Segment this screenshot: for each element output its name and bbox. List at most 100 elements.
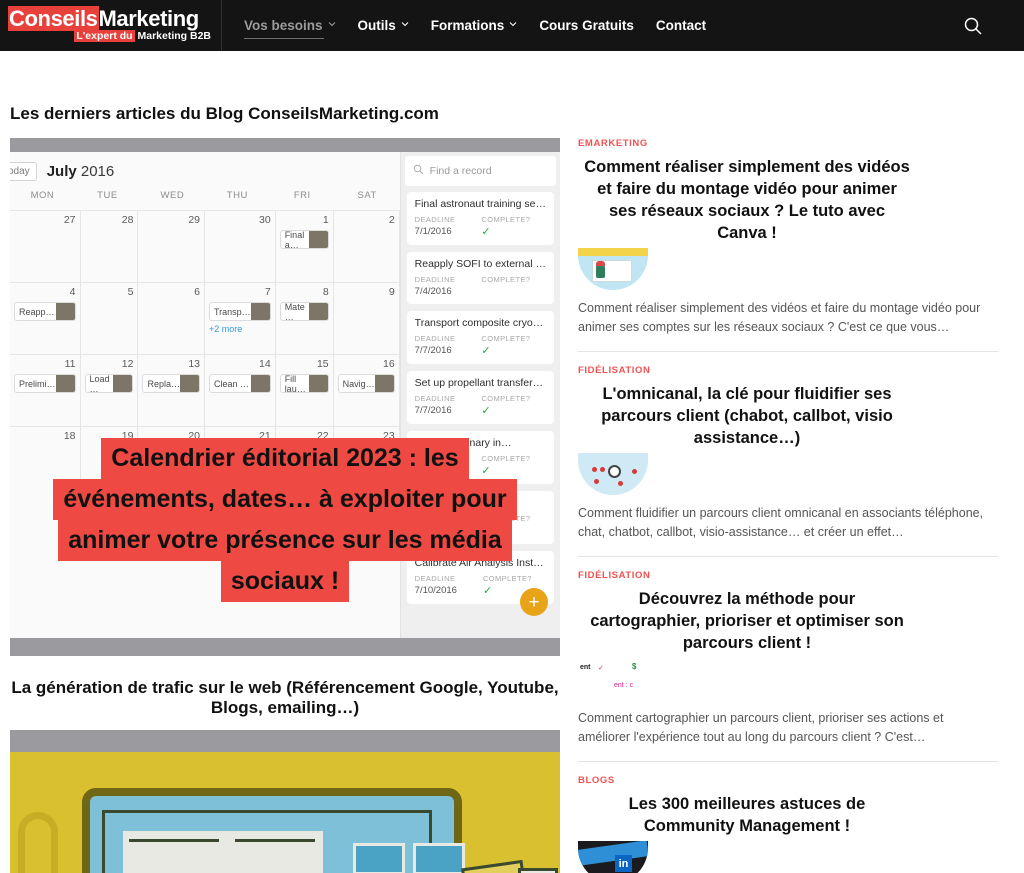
article-title[interactable]: L'omnicanal, la clé pour fluidifier ses … — [578, 383, 998, 449]
calendar-event-thumbnail — [55, 303, 75, 320]
calendar-event-chip[interactable]: Transp… — [209, 302, 271, 321]
article-category[interactable]: FIDÉLISATION — [578, 365, 998, 376]
calendar-event-thumbnail — [308, 231, 328, 248]
calendar-event-chip[interactable]: Fill lau… — [279, 374, 329, 393]
calendar-event-chip[interactable]: Prelimi… — [14, 374, 76, 393]
calendar-dow: FRI — [293, 190, 311, 201]
second-feature-title: La génération de trafic sur le web (Réfé… — [11, 678, 559, 717]
calendar-day-cell[interactable]: 9 — [333, 282, 400, 354]
calendar-day-cell[interactable]: 13 Repla… — [138, 354, 205, 426]
calendar-day-cell[interactable]: 16 Navig… — [333, 354, 400, 426]
calendar-day-cell[interactable]: 8 Mate … — [275, 282, 334, 354]
image-bottom-band — [10, 638, 560, 656]
calendar-today-button[interactable]: Today — [10, 161, 37, 181]
find-record-input[interactable]: Find a record — [404, 156, 556, 186]
calendar-day-number: 4 — [69, 286, 76, 298]
record-card[interactable]: Set up propellant transfer… DEADLINE 7/7/2… — [406, 371, 554, 424]
calendar-day-number: 15 — [316, 358, 329, 370]
calendar-event-chip[interactable]: Repla… — [142, 374, 200, 393]
record-complete-checkmark: ✓ — [481, 405, 491, 417]
calendar-day-cell[interactable]: 28 — [80, 210, 139, 282]
thumb-mark: ✓ — [598, 665, 604, 672]
calendar-day-cell[interactable]: 12 Load … — [80, 354, 139, 426]
calendar-day-cell[interactable]: 11 Prelimi… — [10, 354, 81, 426]
calendar-day-cell[interactable]: 2 — [333, 210, 400, 282]
calendar-day-cell[interactable]: 27 — [10, 210, 81, 282]
record-complete-label: COMPLETE? — [481, 334, 531, 343]
calendar-day-cell[interactable]: 7 Transp… +2 more — [205, 282, 276, 354]
chevron-down-icon — [328, 20, 336, 28]
record-card[interactable]: Final astronaut training se… DEADLINE 7/1/… — [406, 192, 554, 245]
nav-item-formations[interactable]: Formations — [431, 0, 518, 51]
list-item[interactable]: FIDÉLISATION L'omnicanal, la clé pour fl… — [578, 365, 998, 557]
calendar-day-cell[interactable]: 5 — [80, 282, 139, 354]
site-header: ConseilsMarketing L'expert du Marketing … — [0, 0, 1024, 51]
site-logo[interactable]: ConseilsMarketing L'expert du Marketing … — [0, 0, 222, 51]
calendar-event-chip[interactable]: Navig… — [337, 374, 395, 393]
calendar-event-chip[interactable]: Final a… — [279, 230, 329, 249]
article-title[interactable]: Découvrez la méthode pour cartographier,… — [578, 588, 998, 654]
calendar-day-cell[interactable]: 6 — [138, 282, 205, 354]
calendar-day-cell[interactable]: 14 Clean … — [205, 354, 276, 426]
calendar-day-cell[interactable]: 4 Reapp… — [10, 282, 81, 354]
calendar-day-cell[interactable]: 15 Fill lau… — [275, 354, 334, 426]
nav-item-outils[interactable]: Outils — [358, 0, 409, 51]
calendar-year: 2016 — [80, 162, 115, 180]
record-card[interactable]: Transport composite cryo… DEADLINE 7/7/201… — [406, 311, 554, 364]
article-category[interactable]: FIDÉLISATION — [578, 570, 998, 581]
calendar-event-chip[interactable]: Reapp… — [14, 302, 76, 321]
article-excerpt: Comment réaliser simplement des vidéos e… — [578, 301, 981, 334]
record-deadline-value: 7/1/2016 — [414, 226, 452, 237]
calendar-dow: THU — [226, 190, 248, 201]
nav-label-outils: Outils — [357, 18, 396, 33]
calendar-event-thumbnail — [55, 375, 75, 392]
search-icon — [413, 164, 424, 178]
record-complete-field: COMPLETE? ✓ — [481, 334, 530, 357]
record-deadline-value: 7/7/2016 — [414, 405, 452, 416]
calendar-event-label: Final a… — [284, 230, 305, 249]
thumb-label: ent : c — [614, 682, 634, 689]
thumb-dot — [600, 467, 605, 472]
nav-item-vos-besoins[interactable]: Vos besoins — [244, 0, 336, 51]
tablet-graphic — [82, 788, 465, 873]
calendar-day-cell[interactable]: 1 Final a… — [275, 210, 334, 282]
thumb-label: ent — [580, 664, 591, 671]
calendar-event-chip[interactable]: Mate … — [279, 302, 329, 321]
record-complete-label: COMPLETE? — [481, 394, 531, 403]
record-meta: DEADLINE 7/1/2016 COMPLETE? ✓ — [415, 215, 546, 238]
article-category[interactable]: BLOGS — [578, 775, 998, 786]
calendar-day-number: 5 — [127, 286, 134, 298]
calendar-day-number: 13 — [188, 358, 200, 370]
calendar-event-label: Load … — [89, 374, 110, 393]
calendar-dow: SAT — [357, 190, 377, 201]
article-title[interactable]: Les 300 meilleures astuces de Community … — [578, 793, 998, 837]
list-item[interactable]: FIDÉLISATION Découvrez la méthode pour c… — [578, 570, 998, 762]
second-feature-image[interactable] — [10, 730, 560, 873]
calendar-more-link[interactable]: +2 more — [209, 324, 271, 334]
list-item[interactable]: BLOGS Les 300 meilleures astuces de Comm… — [578, 775, 998, 873]
record-deadline-value: 7/4/2016 — [414, 286, 452, 297]
record-deadline-label: DEADLINE — [414, 334, 456, 343]
calendar-event-thumbnail — [180, 375, 199, 392]
page-content: Les derniers articles du Blog ConseilsMa… — [0, 104, 1024, 873]
nav-item-contact[interactable]: Contact — [656, 0, 706, 51]
article-title[interactable]: Comment réaliser simplement des vidéos e… — [578, 156, 998, 244]
featured-title-line: Calendrier éditorial 2023 : les — [101, 438, 469, 479]
calendar-weekday-row: MON TUE WED THU FRI SAT — [10, 190, 400, 210]
search-icon[interactable] — [962, 15, 984, 37]
screen-text-line — [235, 839, 315, 842]
list-item[interactable]: EMARKETING Comment réaliser simplement d… — [578, 138, 998, 352]
article-category[interactable]: EMARKETING — [578, 138, 998, 149]
logo-tagline: L'expert du Marketing B2B — [8, 30, 221, 43]
calendar-event-label: Repla… — [147, 378, 180, 389]
calendar-day-cell[interactable]: 30 — [205, 210, 276, 282]
nav-item-cours-gratuits[interactable]: Cours Gratuits — [539, 0, 634, 51]
record-title: Transport composite cryo… — [414, 317, 544, 329]
calendar-event-chip[interactable]: Clean … — [209, 374, 271, 393]
calendar-day-cell[interactable]: 29 — [138, 210, 205, 282]
calendar-event-chip[interactable]: Load … — [84, 374, 134, 393]
featured-article-card[interactable]: Today July 2016 MON TUE WED THU FRI — [10, 138, 560, 656]
calendar-event-label: Fill lau… — [284, 374, 306, 393]
record-card[interactable]: Reapply SOFI to external … DEADLINE 7/4/20… — [406, 252, 554, 304]
calendar-header: Today July 2016 — [10, 152, 400, 190]
